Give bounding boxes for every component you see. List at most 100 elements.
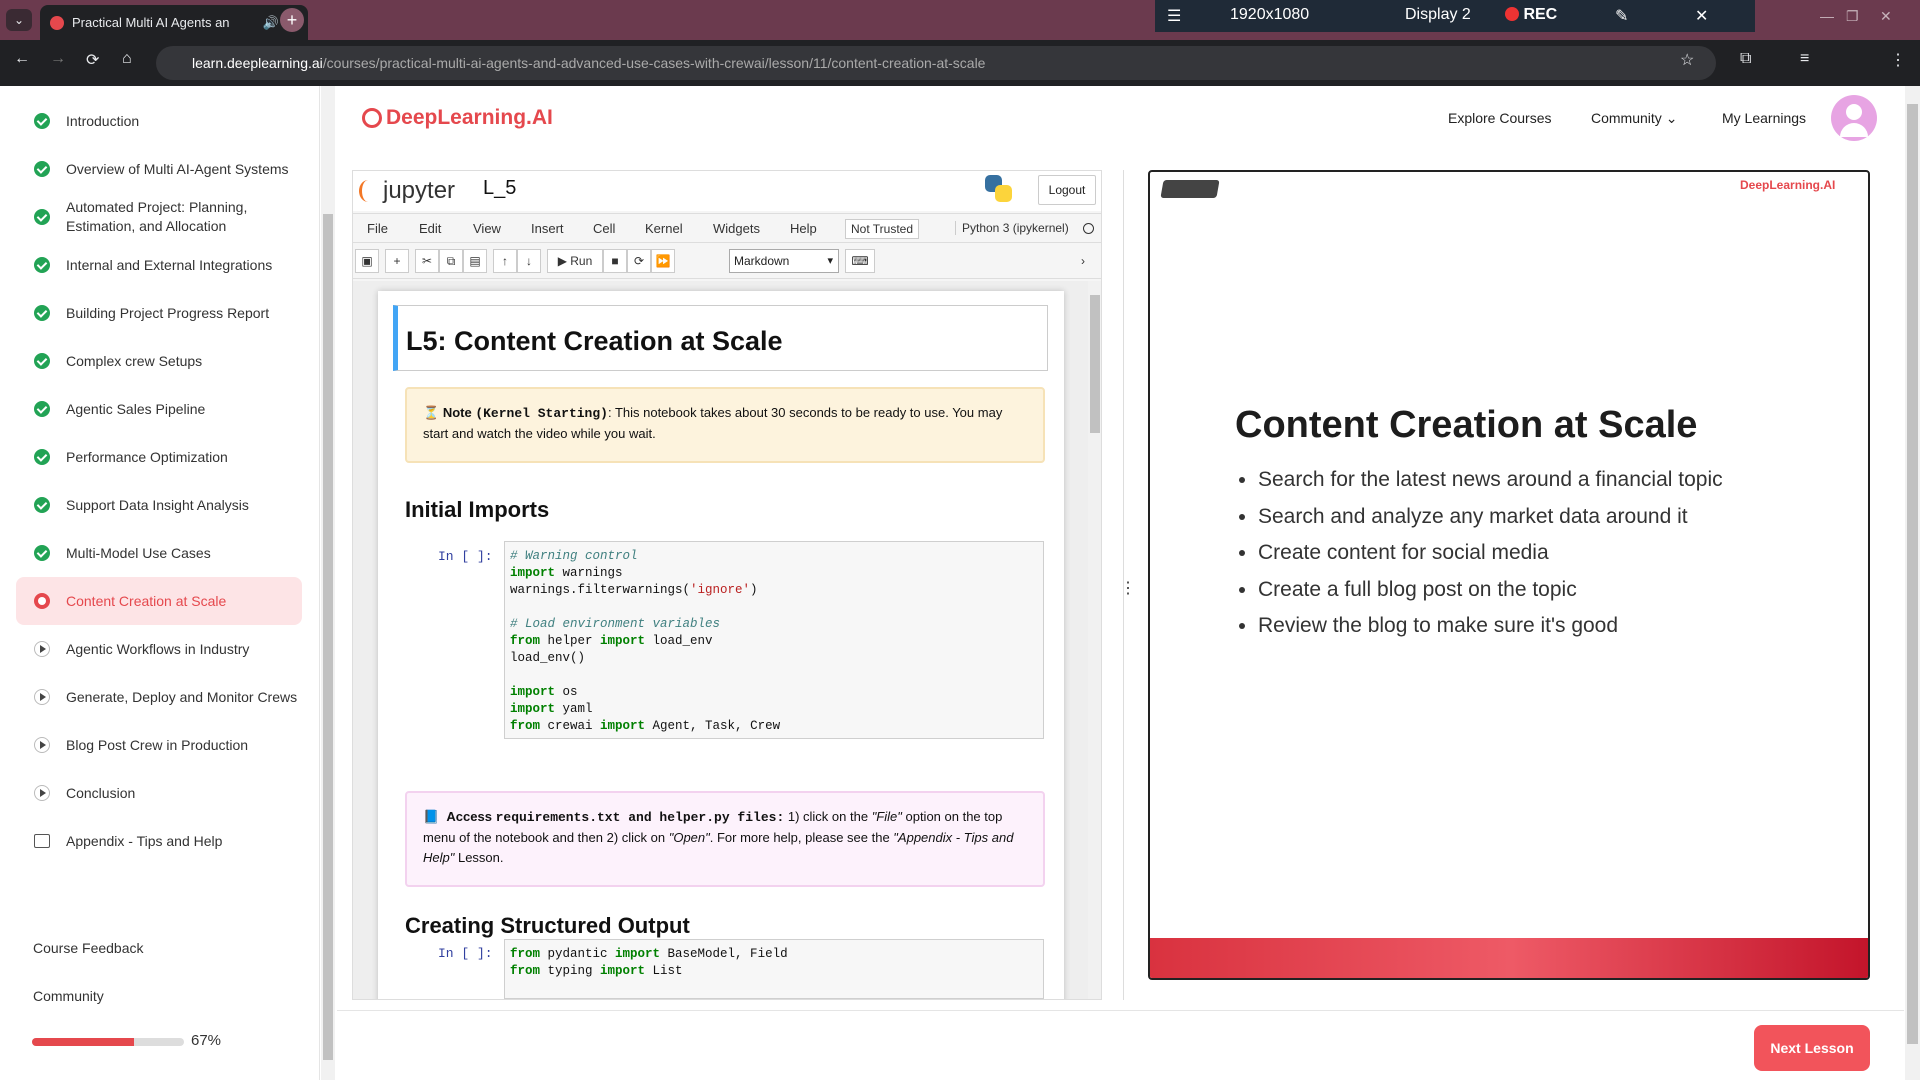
stop-icon[interactable]: ■ [603,249,627,273]
notebook-scroll-thumb[interactable] [1090,295,1100,433]
save-icon[interactable]: ▣ [355,249,379,273]
extension-icon[interactable]: ⧉ [1740,50,1751,68]
back-icon[interactable]: ← [14,50,30,68]
slide-bullet: Search and analyze any market data aroun… [1258,499,1723,536]
next-lesson-button[interactable]: Next Lesson [1754,1025,1870,1071]
sidebar-item-label: Generate, Deploy and Monitor Crews [66,688,298,705]
jupyter-toolbar: ▣ + ✂ ⧉ ▤ ↑ ↓ ▶ Run ■ ⟳ ⏩ Markdown ⌨ › [353,245,1101,279]
menu-help[interactable]: Help [790,221,817,236]
new-tab-button[interactable]: + [280,8,304,32]
move-down-icon[interactable]: ↓ [517,249,541,273]
sidebar-item-label: Internal and External Integrations [66,256,273,273]
nav-community[interactable]: Community ⌄ [1591,110,1677,127]
nav-explore-courses[interactable]: Explore Courses [1448,110,1552,126]
sidebar-item[interactable]: Agentic Sales Pipeline [16,385,302,433]
menu-view[interactable]: View [473,221,501,236]
recorder-resolution: 1920x1080 [1230,6,1310,23]
pen-icon[interactable]: ✎ [1615,6,1628,26]
move-up-icon[interactable]: ↑ [493,249,517,273]
close-recorder-icon[interactable]: ✕ [1695,6,1708,26]
restore-icon[interactable]: ❐ [1846,8,1859,25]
progress-fill [32,1038,134,1046]
python-logo-icon [985,175,1013,203]
forward-icon[interactable]: → [50,50,66,68]
menu-edit[interactable]: Edit [419,221,441,236]
progress-bar [32,1038,184,1046]
toolbar-expand-icon[interactable]: › [1073,249,1093,273]
access-text-1: 1) click on the [784,809,872,824]
appendix-icon [34,834,50,848]
sidebar-item[interactable]: Support Data Insight Analysis [16,481,302,529]
code-cell-imports[interactable]: # Warning control import warnings warnin… [504,541,1044,739]
notebook-name[interactable]: L_5 [483,177,516,200]
sidebar-item[interactable]: Overview of Multi AI-Agent Systems [16,145,302,193]
sidebar-item[interactable]: Automated Project: Planning, Estimation,… [16,193,302,241]
copy-icon[interactable]: ⧉ [439,249,463,273]
cell-prompt-2: In [ ]: [438,946,493,961]
check-circle-icon [34,497,50,513]
menu-cell[interactable]: Cell [593,221,615,236]
sidebar-item[interactable]: Building Project Progress Report [16,289,302,337]
avatar[interactable] [1831,95,1877,141]
title-cell[interactable]: L5: Content Creation at Scale [393,305,1048,371]
rec-dot-icon [1505,7,1519,21]
menu-file[interactable]: File [367,221,388,236]
sidebar-item[interactable]: Complex crew Setups [16,337,302,385]
code-cell-pydantic[interactable]: from pydantic import BaseModel, Field fr… [504,939,1044,999]
browser-menu-icon[interactable]: ⋮ [1890,50,1906,70]
sidebar-item[interactable]: Performance Optimization [16,433,302,481]
menu-widgets[interactable]: Widgets [713,221,760,236]
speaker-icon[interactable]: 🔊 [263,15,279,31]
tab-title: Practical Multi AI Agents an [72,15,230,30]
tab-search-button[interactable]: ⌄ [6,9,32,31]
browser-tab[interactable]: Practical Multi AI Agents an 🔊 ✕ [40,5,308,40]
run-button[interactable]: ▶ Run [547,249,603,273]
address-bar: ← → ⟳ ⌂ learn.deeplearning.ai/courses/pr… [0,40,1920,86]
fast-forward-icon[interactable]: ⏩ [651,249,675,273]
nav-my-learnings[interactable]: My Learnings [1722,110,1806,126]
page-scroll-thumb[interactable] [1907,104,1918,1044]
cut-icon[interactable]: ✂ [415,249,439,273]
sidebar-item[interactable]: Blog Post Crew in Production [16,721,302,769]
insert-cell-icon[interactable]: + [385,249,409,273]
cell-type-select[interactable]: Markdown [729,249,839,273]
keyboard-icon[interactable]: ⌨ [845,249,875,273]
menu-insert[interactable]: Insert [531,221,564,236]
media-icon[interactable]: ≡ [1800,50,1809,68]
sidebar-item[interactable]: Content Creation at Scale [16,577,302,625]
video-slide[interactable]: DeepLearning.AI Content Creation at Scal… [1148,170,1870,980]
paste-icon[interactable]: ▤ [463,249,487,273]
window-close-icon[interactable]: ✕ [1880,8,1892,25]
url-input[interactable]: learn.deeplearning.ai/courses/practical-… [156,46,1716,80]
bookmark-star-icon[interactable]: ☆ [1680,50,1694,70]
jupyter-logo[interactable]: jupyter [359,177,455,205]
home-icon[interactable]: ⌂ [122,50,132,68]
sidebar-item[interactable]: Multi-Model Use Cases [16,529,302,577]
check-circle-icon [34,257,50,273]
sidebar-item[interactable]: Generate, Deploy and Monitor Crews [16,673,302,721]
sidebar-item[interactable]: Internal and External Integrations [16,241,302,289]
restart-icon[interactable]: ⟳ [627,249,651,273]
community-link[interactable]: Community [33,988,104,1004]
sidebar-scroll-thumb[interactable] [323,214,333,1060]
recorder-display[interactable]: Display 2 [1405,6,1471,24]
sidebar-item[interactable]: Conclusion [16,769,302,817]
sidebar-item[interactable]: Appendix - Tips and Help [16,817,302,865]
sidebar-item[interactable]: Agentic Workflows in Industry [16,625,302,673]
more-vertical-icon[interactable]: ⋮ [1120,578,1136,598]
course-feedback-link[interactable]: Course Feedback [33,940,144,956]
trust-badge[interactable]: Not Trusted [845,219,920,239]
deeplearning-logo-icon [362,108,382,128]
menu-kernel[interactable]: Kernel [645,221,683,236]
menu-icon[interactable]: ☰ [1167,6,1181,26]
rec-indicator[interactable]: REC [1505,6,1557,24]
minimize-icon[interactable]: — [1820,8,1834,24]
logout-button[interactable]: Logout [1038,175,1096,205]
reload-icon[interactable]: ⟳ [86,50,99,70]
note-code: (Kernel Starting) [475,406,608,421]
check-circle-icon [34,545,50,561]
sidebar-item[interactable]: Introduction [16,97,302,145]
slide-bullet: Search for the latest news around a fina… [1258,462,1723,499]
site-logo[interactable]: DeepLearning.AI [362,106,553,130]
bottom-bar [337,1010,1904,1080]
